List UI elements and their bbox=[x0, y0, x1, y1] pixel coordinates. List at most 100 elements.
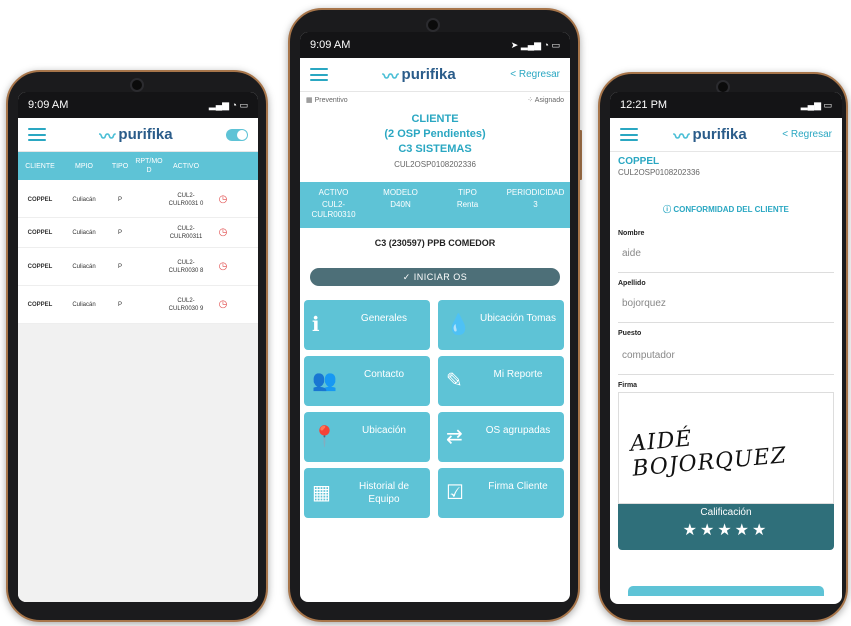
logo-text: purifika bbox=[692, 126, 747, 143]
logo-wave-icon: 〰 bbox=[673, 128, 690, 146]
app-bar: 〰 purifika bbox=[18, 118, 258, 152]
camera-notch bbox=[130, 78, 144, 92]
nombre-label: Nombre bbox=[618, 230, 645, 237]
cell-tipo: P bbox=[117, 301, 122, 308]
table-row[interactable]: COPPEL Culiacán P CUL2-CULR0030 9 ◷ bbox=[18, 286, 258, 324]
users-icon: 👥 bbox=[312, 370, 337, 392]
drop-icon: 💧 bbox=[446, 314, 471, 336]
status-bar: 9:09 AM ▂▄▆ ◔ ▭ bbox=[18, 92, 258, 118]
comedor-title: C3 (230597) PPB COMEDOR bbox=[374, 238, 496, 248]
table-row[interactable]: COPPEL Culiacán P CUL2-CULR00311 ◷ bbox=[18, 218, 258, 248]
cell-mpio: Culiacán bbox=[72, 196, 96, 203]
tile-label: Ubicación bbox=[362, 425, 406, 436]
back-button[interactable]: < Regresar bbox=[510, 69, 560, 80]
status-bar: 12:21 PM ▂▄▆ ▭ bbox=[610, 92, 842, 118]
asignado-label: Asignado bbox=[534, 97, 564, 104]
cell-mpio: Culiacán bbox=[72, 263, 96, 270]
signature-pad[interactable]: AIDÉ BOJORQUEZ bbox=[618, 392, 834, 504]
col-tipo[interactable]: TIPO bbox=[106, 163, 134, 170]
tile-historial[interactable]: ▦ Historial de Equipo bbox=[304, 468, 430, 518]
client-name: C3 SISTEMAS bbox=[398, 143, 472, 155]
preventivo-label: Preventivo bbox=[314, 97, 348, 104]
client-name: COPPEL bbox=[618, 156, 660, 167]
screen-center: 9:09 AM ➤ ▂▄▆ ◔ ▭ 〰 purifika < Regresar … bbox=[300, 32, 570, 602]
tile-os-agrupadas[interactable]: ⇄ OS agrupadas bbox=[438, 412, 564, 462]
iniciar-os-button[interactable]: ✓ INICIAR OS bbox=[310, 268, 560, 286]
status-bar: 9:09 AM ➤ ▂▄▆ ◔ ▭ bbox=[300, 32, 570, 58]
preventivo-tag: ▦ Preventivo bbox=[306, 96, 348, 104]
tile-ubicacion[interactable]: 📍 Ubicación bbox=[304, 412, 430, 462]
puesto-field[interactable]: computador bbox=[622, 350, 675, 361]
menu-icon[interactable] bbox=[28, 128, 46, 141]
camera-notch bbox=[426, 18, 440, 32]
col-cliente[interactable]: CLIENTE bbox=[18, 163, 62, 170]
info-icon: ℹ bbox=[312, 314, 320, 336]
cell-cliente: COPPEL bbox=[27, 263, 53, 270]
cell-tipo: P bbox=[117, 229, 122, 236]
star-rating[interactable]: ★★★★★ bbox=[618, 520, 834, 540]
calificacion-label: Calificación bbox=[700, 507, 752, 518]
divider bbox=[618, 322, 834, 323]
checkbox-icon: ☑ bbox=[446, 482, 464, 504]
tile-generales[interactable]: ℹ Generales bbox=[304, 300, 430, 350]
menu-icon[interactable] bbox=[620, 128, 638, 141]
cell-activo: CUL2-CULR00311 bbox=[169, 225, 203, 240]
table-row[interactable]: COPPEL Culiacán P CUL2-CULR0031 0 ◷ bbox=[18, 182, 258, 218]
cell-mpio: Culiacán bbox=[72, 301, 96, 308]
logo-wave-icon: 〰 bbox=[382, 68, 399, 86]
asset-info-band: ACTIVO MODELO TIPO PERIODICIDAD CUL2-CUL… bbox=[300, 182, 570, 228]
col-activo[interactable]: ACTIVO bbox=[164, 163, 208, 170]
submit-button-edge[interactable] bbox=[628, 586, 824, 596]
merge-icon: ⇄ bbox=[446, 426, 463, 448]
firma-label: Firma bbox=[618, 382, 638, 389]
tile-mi-reporte[interactable]: ✎ Mi Reporte bbox=[438, 356, 564, 406]
toggle-switch[interactable] bbox=[225, 128, 248, 141]
overdue-clock-icon[interactable]: ◷ bbox=[208, 194, 238, 205]
screen-right: 12:21 PM ▂▄▆ ▭ 〰 purifika < Regresar COP… bbox=[610, 92, 842, 604]
info-periodicidad: 3 bbox=[533, 200, 538, 209]
pin-icon: 📍 bbox=[312, 426, 337, 448]
info-modelo: D40N bbox=[390, 200, 411, 209]
folio-text: CUL2OSP0108202336 bbox=[618, 168, 700, 177]
divider bbox=[618, 374, 834, 375]
divider bbox=[618, 272, 834, 273]
overdue-clock-icon[interactable]: ◷ bbox=[208, 299, 238, 310]
tile-contacto[interactable]: 👥 Contacto bbox=[304, 356, 430, 406]
table-row[interactable]: COPPEL Culiacán P CUL2-CULR0030 8 ◷ bbox=[18, 248, 258, 286]
status-time: 12:21 PM bbox=[620, 99, 668, 111]
tile-ubicacion-tomas[interactable]: 💧 Ubicación Tomas bbox=[438, 300, 564, 350]
phone-center: 9:09 AM ➤ ▂▄▆ ◔ ▭ 〰 purifika < Regresar … bbox=[288, 8, 580, 622]
logo-text: purifika bbox=[118, 126, 173, 143]
menu-icon[interactable] bbox=[310, 68, 328, 81]
phone-left: 9:09 AM ▂▄▆ ◔ ▭ 〰 purifika CLIENTE MPIO … bbox=[6, 70, 268, 622]
overdue-clock-icon[interactable]: ◷ bbox=[208, 227, 238, 238]
app-logo: 〰 purifika bbox=[674, 123, 747, 147]
info-activo: CUL2-CULR00310 bbox=[311, 200, 356, 219]
app-bar: 〰 purifika < Regresar bbox=[300, 58, 570, 92]
info-header-activo: ACTIVO bbox=[318, 188, 349, 197]
signal-icons: ▂▄▆ ▭ bbox=[800, 99, 832, 110]
col-mpio[interactable]: MPIO bbox=[62, 163, 106, 170]
nombre-field[interactable]: aide bbox=[622, 248, 641, 259]
overdue-clock-icon[interactable]: ◷ bbox=[208, 261, 238, 272]
cliente-title: CLIENTE bbox=[411, 113, 459, 125]
app-logo: 〰 purifika bbox=[99, 123, 172, 147]
tile-label: Mi Reporte bbox=[493, 369, 543, 380]
tile-label: Generales bbox=[360, 313, 408, 324]
cell-mpio: Culiacán bbox=[72, 229, 96, 236]
tile-label: OS agrupadas bbox=[485, 425, 551, 436]
list-empty-area bbox=[18, 324, 258, 602]
cell-cliente: COPPEL bbox=[27, 301, 53, 308]
tile-firma-cliente[interactable]: ☑ Firma Cliente bbox=[438, 468, 564, 518]
app-bar: 〰 purifika < Regresar bbox=[610, 118, 842, 152]
puesto-label: Puesto bbox=[618, 330, 642, 337]
asignado-tag: ⁘ Asignado bbox=[527, 96, 564, 104]
col-rptmod[interactable]: RPT/MO D bbox=[134, 157, 164, 175]
apellido-field[interactable]: bojorquez bbox=[622, 298, 666, 309]
tile-label: Firma Cliente bbox=[488, 481, 548, 492]
cell-cliente: COPPEL bbox=[27, 229, 53, 236]
signature-text: AIDÉ BOJORQUEZ bbox=[629, 426, 788, 482]
conformidad-heading: ⓘ CONFORMIDAD DEL CLIENTE bbox=[610, 204, 842, 215]
back-button[interactable]: < Regresar bbox=[782, 129, 832, 140]
status-time: 9:09 AM bbox=[310, 39, 351, 51]
